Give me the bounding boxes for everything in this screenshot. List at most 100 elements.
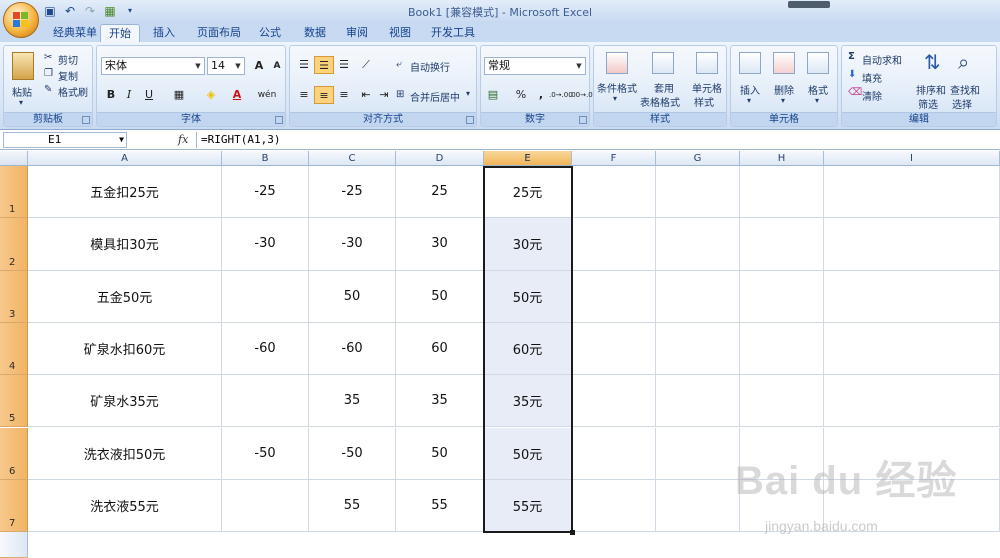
cell-a4[interactable]: 矿泉水扣60元 [28,322,222,376]
decrease-indent-icon[interactable]: ⇤ [356,86,376,104]
tab-classic-menu[interactable]: 经典菜单 [42,24,108,42]
paste-button[interactable]: 粘贴 [12,84,32,99]
tab-page-layout[interactable]: 页面布局 [194,24,244,42]
cell-b6[interactable]: -50 [222,427,309,480]
align-left-icon[interactable]: ≡ [294,86,314,104]
delete-cells-button[interactable]: 删除 [774,82,794,97]
cell-e1[interactable]: 25元 [484,166,572,219]
row-header[interactable]: 1 [0,166,28,219]
cell-e4[interactable]: 60元 [484,322,572,376]
accounting-format-icon[interactable]: ▤ [483,86,503,104]
formula-input[interactable]: =RIGHT(A1,3) [196,132,1000,148]
cell-a1[interactable]: 五金扣25元 [28,166,222,219]
cell-i5[interactable] [824,375,1000,428]
format-cells-button[interactable]: 格式 [808,82,828,97]
cell-c5[interactable]: 35 [309,375,396,428]
insert-function-button[interactable]: fx [178,133,188,146]
format-cells-icon[interactable] [807,52,829,74]
cell-styles-icon[interactable] [696,52,718,74]
name-box[interactable]: E1 ▼ [3,132,127,148]
cell-d1[interactable]: 25 [396,166,484,219]
paste-icon[interactable] [12,52,34,80]
cell-g3[interactable] [656,270,740,323]
cell-d6[interactable]: 50 [396,427,484,480]
cell-g4[interactable] [656,322,740,376]
cell-g7[interactable] [656,479,740,533]
cell-h1[interactable] [740,166,824,219]
sort-filter-icon[interactable]: ⇅ [924,50,941,74]
column-header-a[interactable]: A [28,151,222,166]
conditional-format-icon[interactable] [606,52,628,74]
column-header-e[interactable]: E [484,151,572,166]
cell-f7[interactable] [572,479,656,533]
cell-i4[interactable] [824,322,1000,376]
row-header[interactable]: 2 [0,218,28,271]
office-button[interactable] [3,2,39,38]
cell-f1[interactable] [572,166,656,219]
font-name-select[interactable]: 宋体 ▼ [101,57,205,75]
cell-styles-line2[interactable]: 样式 [694,94,714,109]
row-header[interactable]: 6 [0,427,28,480]
tab-home[interactable]: 开始 [100,24,140,42]
cell-h3[interactable] [740,270,824,323]
tab-view[interactable]: 视图 [384,24,416,42]
cell-styles-line1[interactable]: 单元格 [692,80,722,95]
insert-cells-button[interactable]: 插入 [740,82,760,97]
window-controls[interactable] [788,1,830,8]
cell-f5[interactable] [572,375,656,428]
cell-c7[interactable]: 55 [309,479,396,533]
cell-i3[interactable] [824,270,1000,323]
cell-b1[interactable]: -25 [222,166,309,219]
chevron-down-icon[interactable]: ▾ [613,94,617,103]
clear-button[interactable]: 清除 [862,88,882,103]
align-center-icon[interactable]: ≡ [314,86,334,104]
align-top-icon[interactable]: ☰ [294,56,314,74]
cell-d4[interactable]: 60 [396,322,484,376]
table-format-line2[interactable]: 表格格式 [640,94,680,109]
phonetic-button[interactable]: wén [257,86,277,104]
sort-filter-line2[interactable]: 筛选 [918,96,938,111]
delete-cells-icon[interactable] [773,52,795,74]
find-select-line2[interactable]: 选择 [952,96,972,111]
row-header[interactable]: 5 [0,375,28,428]
tab-insert[interactable]: 插入 [146,24,182,42]
cell-b7[interactable] [222,479,309,533]
column-header-h[interactable]: H [740,151,824,166]
column-header-g[interactable]: G [656,151,740,166]
sort-filter-line1[interactable]: 排序和 [916,82,946,97]
chevron-down-icon[interactable]: ▾ [747,96,751,105]
table-format-icon[interactable] [652,52,674,74]
column-header-d[interactable]: D [396,151,484,166]
number-format-select[interactable]: 常规 ▼ [484,57,586,75]
row-header[interactable]: 7 [0,479,28,533]
cell-c3[interactable]: 50 [309,270,396,323]
cell-h2[interactable] [740,218,824,271]
merge-center-button[interactable]: 合并后居中 [410,89,460,104]
chevron-down-icon[interactable]: ▾ [781,96,785,105]
cell-e3[interactable]: 50元 [484,270,572,323]
italic-button[interactable]: I [119,86,139,104]
cell-g2[interactable] [656,218,740,271]
font-size-select[interactable]: 14 ▼ [207,57,245,75]
cell-c4[interactable]: -60 [309,322,396,376]
bold-button[interactable]: B [101,86,121,104]
cell-a6[interactable]: 洗衣液扣50元 [28,427,222,480]
cut-button[interactable]: 剪切 [58,52,78,67]
conditional-format-button[interactable]: 条件格式 [597,80,637,95]
cell-i1[interactable] [824,166,1000,219]
autosum-button[interactable]: 自动求和 [862,52,902,67]
tab-formulas[interactable]: 公式 [254,24,286,42]
copy-button[interactable]: 复制 [58,68,78,83]
row-header[interactable]: 3 [0,270,28,323]
cell-d5[interactable]: 35 [396,375,484,428]
column-header-c[interactable]: C [309,151,396,166]
cell-e2[interactable]: 30元 [484,218,572,271]
cell-g1[interactable] [656,166,740,219]
paste-dropdown-icon[interactable]: ▾ [19,98,23,107]
cell-i2[interactable] [824,218,1000,271]
cell-b5[interactable] [222,375,309,428]
percent-button[interactable]: % [511,86,531,104]
cell-b2[interactable]: -30 [222,218,309,271]
align-middle-icon[interactable]: ☰ [314,56,334,74]
cell-e6[interactable]: 50元 [484,427,572,480]
